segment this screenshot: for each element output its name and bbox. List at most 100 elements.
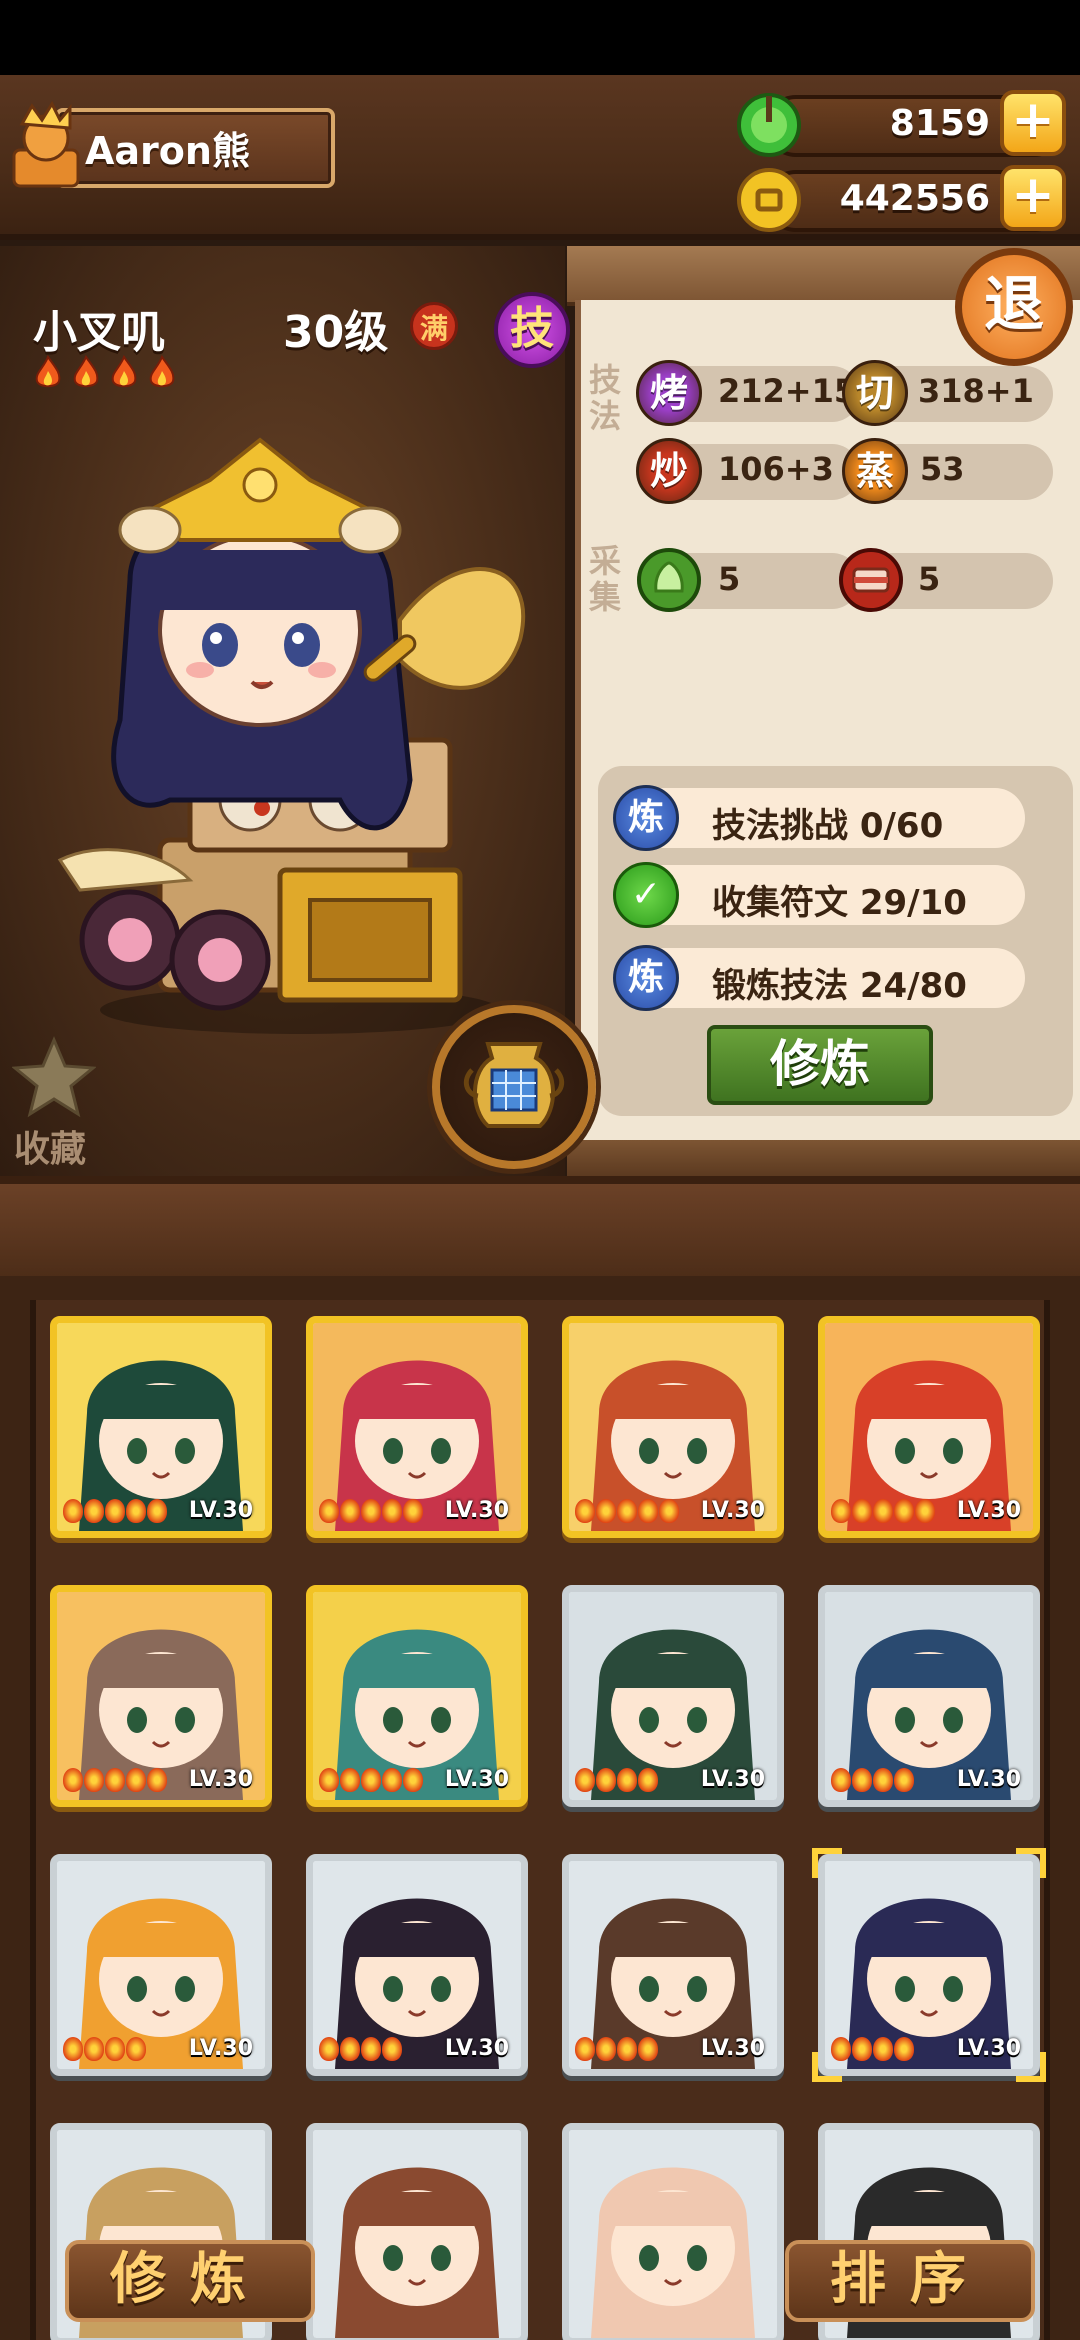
flame-star-icon <box>105 2037 125 2061</box>
card-star-rating <box>63 1499 167 1523</box>
player-avatar-icon[interactable] <box>8 100 84 192</box>
card-level: LV.30 <box>700 1767 765 1792</box>
hero-card[interactable]: LV.30 <box>562 1854 784 2076</box>
task-skill-challenge-text: 技法挑战 0/60 <box>712 806 944 846</box>
card-star-rating <box>319 2037 402 2061</box>
hero-card[interactable]: LV.30 <box>818 1585 1040 1807</box>
flame-star-icon <box>831 1768 851 1792</box>
hero-card[interactable]: LV.30 <box>562 1316 784 1538</box>
steam-skill-value: 53 <box>920 450 965 488</box>
meat-gather-value: 5 <box>918 560 941 598</box>
hero-card[interactable]: LV.30 <box>50 1316 272 1538</box>
hero-card[interactable]: LV.30 <box>818 1854 1040 2076</box>
add-coin-button[interactable]: + <box>1000 165 1066 231</box>
hero-card[interactable] <box>562 2123 784 2340</box>
hero-card[interactable]: LV.30 <box>306 1854 528 2076</box>
flame-star-icon <box>894 1499 914 1523</box>
stirfry-skill-icon: 炒 <box>636 438 702 504</box>
favorite-label[interactable]: 收藏 <box>14 1120 86 1172</box>
card-level: LV.30 <box>444 2036 509 2061</box>
jade-count: 8159 <box>889 103 990 144</box>
flame-star-icon <box>84 1768 104 1792</box>
task-train-skill-text: 锻炼技法 24/80 <box>712 966 967 1006</box>
flame-star-icon <box>84 1499 104 1523</box>
flame-star-icon <box>126 1499 146 1523</box>
skills-label-text: 技法 <box>588 361 621 435</box>
flame-star-icon <box>340 1768 360 1792</box>
flame-star-icon <box>659 1499 679 1523</box>
hero-card[interactable]: LV.30 <box>306 1585 528 1807</box>
flame-star-icon <box>873 1499 893 1523</box>
flame-star-icon <box>126 1768 146 1792</box>
checkmark-icon: ✓ <box>613 862 679 928</box>
max-level-badge: 满 <box>410 302 458 350</box>
hero-card[interactable] <box>306 2123 528 2340</box>
flame-star-icon <box>382 1499 402 1523</box>
hero-card[interactable]: LV.30 <box>562 1585 784 1807</box>
favorite-star-icon[interactable] <box>12 1036 96 1120</box>
flame-star-icon <box>105 1499 125 1523</box>
hero-card[interactable]: LV.30 <box>818 1316 1040 1538</box>
hero-card[interactable]: LV.30 <box>306 1316 528 1538</box>
hero-level: 30级 <box>283 307 389 358</box>
exit-button[interactable]: 退 <box>955 248 1073 366</box>
card-level: LV.30 <box>444 1767 509 1792</box>
flame-star-icon <box>111 355 137 388</box>
hero-star-rating <box>33 355 177 391</box>
train-button[interactable]: 修炼 <box>707 1025 933 1105</box>
flame-star-icon <box>575 1499 595 1523</box>
veg-gather-value: 5 <box>718 560 741 598</box>
cabbage-icon <box>637 548 701 612</box>
card-level: LV.30 <box>444 1498 509 1523</box>
flame-star-icon <box>361 2037 381 2061</box>
hero-card[interactable]: LV.30 <box>50 1854 272 2076</box>
flame-star-icon <box>319 1768 339 1792</box>
card-level: LV.30 <box>188 1767 253 1792</box>
status-bar <box>0 0 1080 75</box>
flame-star-icon <box>638 1768 658 1792</box>
flame-star-icon <box>596 1499 616 1523</box>
card-star-rating <box>575 1499 679 1523</box>
flame-star-icon <box>403 1499 423 1523</box>
gather-label-text: 采集 <box>588 542 621 616</box>
flame-star-icon <box>319 1499 339 1523</box>
card-level: LV.30 <box>188 2036 253 2061</box>
stirfry-skill-value: 106+3 <box>718 450 834 488</box>
flame-star-icon <box>575 1768 595 1792</box>
flame-star-icon <box>852 2037 872 2061</box>
card-level: LV.30 <box>956 1767 1021 1792</box>
hero-name: 小叉叽 <box>33 307 165 358</box>
flame-star-icon <box>35 355 61 388</box>
sort-button[interactable]: 排序 <box>785 2240 1035 2322</box>
cut-skill-value: 318+1 <box>918 372 1034 410</box>
hero-portrait <box>313 2130 521 2338</box>
skill-button[interactable]: 技 <box>494 292 570 368</box>
flame-star-icon <box>915 1499 935 1523</box>
flame-star-icon <box>873 2037 893 2061</box>
meat-icon <box>839 548 903 612</box>
hero-portrait <box>569 2130 777 2338</box>
selection-corner <box>1016 1848 1046 1878</box>
flame-star-icon <box>147 1499 167 1523</box>
flame-star-icon <box>852 1499 872 1523</box>
train-bottom-button[interactable]: 修炼 <box>65 2240 315 2322</box>
refine-task-icon: 炼 <box>613 945 679 1011</box>
flame-star-icon <box>361 1768 381 1792</box>
flame-star-icon <box>63 2037 83 2061</box>
coin-count: 442556 <box>839 178 990 219</box>
card-star-rating <box>575 2037 658 2061</box>
flame-star-icon <box>596 1768 616 1792</box>
player-name: Aaron熊 <box>85 129 250 173</box>
card-star-rating <box>831 1768 914 1792</box>
card-star-rating <box>63 2037 146 2061</box>
flame-star-icon <box>638 2037 658 2061</box>
refine-task-icon: 炼 <box>613 785 679 851</box>
flame-star-icon <box>894 2037 914 2061</box>
hero-card[interactable]: LV.30 <box>50 1585 272 1807</box>
gather-section-label: 采集 <box>585 543 625 615</box>
flame-star-icon <box>382 1768 402 1792</box>
task-collect-runes-text: 收集符文 29/10 <box>712 883 967 923</box>
skills-section-label: 技法 <box>585 362 625 434</box>
add-jade-button[interactable]: + <box>1000 90 1066 156</box>
flame-star-icon <box>403 1768 423 1792</box>
